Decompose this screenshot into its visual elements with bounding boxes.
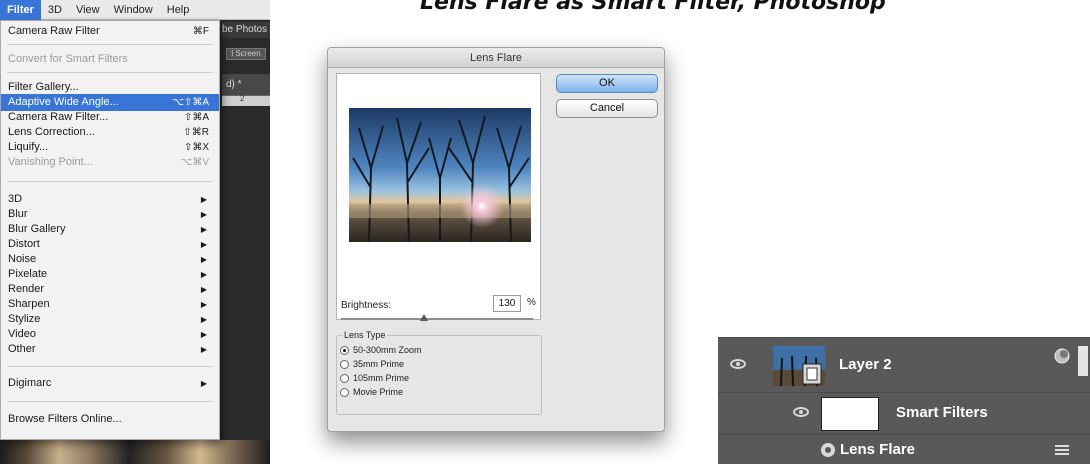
cancel-button[interactable]: Cancel — [556, 99, 658, 118]
menu-item-label: Liquify... — [8, 141, 49, 153]
menu-view[interactable]: View — [69, 0, 107, 20]
shortcut-label: ⌘F — [192, 26, 209, 37]
menu-item-label: Blur Gallery — [8, 223, 66, 235]
menu-item-label: 3D — [8, 193, 23, 205]
radio-movie-prime[interactable]: Movie Prime — [340, 386, 403, 398]
photoshop-window: Filter 3D View Window Help be Photos l S… — [0, 0, 270, 464]
blending-options-icon[interactable] — [1055, 444, 1069, 456]
filter-row-lens-flare[interactable]: Lens Flare — [718, 434, 1090, 464]
smart-filter-mask-thumbnail[interactable] — [821, 397, 879, 431]
menu-item-convert-smart-filters[interactable]: Convert for Smart Filters — [1, 51, 219, 68]
menu-window[interactable]: Window — [107, 0, 160, 20]
radio-35mm-prime[interactable]: 35mm Prime — [340, 358, 404, 370]
flare-center-marker[interactable] — [460, 184, 504, 228]
screen-mode-button[interactable]: l Screen — [226, 48, 266, 60]
preview-image[interactable] — [349, 108, 531, 242]
scrollbar[interactable] — [1078, 346, 1088, 376]
smart-filters-row[interactable]: Smart Filters — [718, 392, 1090, 434]
layer-name[interactable]: Layer 2 — [839, 356, 892, 373]
menu-item-label: Lens Correction... — [8, 126, 95, 138]
brightness-slider-thumb[interactable] — [419, 314, 428, 321]
filter-name[interactable]: Lens Flare — [840, 441, 915, 458]
menu-separator — [7, 72, 213, 73]
menu-item-label: Convert for Smart Filters — [8, 53, 128, 65]
menu-item-label: Camera Raw Filter... — [8, 111, 109, 123]
radio-50-300mm-zoom[interactable]: 50-300mm Zoom — [340, 344, 422, 356]
radio-button[interactable] — [340, 345, 349, 355]
menu-item-label: Render — [8, 283, 45, 295]
menu-item-label: Pixelate — [8, 268, 48, 280]
document-tab[interactable]: d) * — [222, 74, 270, 96]
app-title-fragment: be Photos — [222, 22, 270, 38]
brightness-slider-track[interactable] — [341, 318, 533, 320]
radio-button[interactable] — [340, 373, 349, 383]
shortcut-label: ⌥⌘V — [180, 157, 209, 168]
menu-separator — [7, 401, 213, 402]
menu-item-label: Vanishing Point... — [8, 156, 93, 168]
menu-item-other[interactable]: Other ▶ — [1, 341, 219, 358]
layer-thumbnail — [773, 346, 825, 386]
radio-label: 105mm Prime — [353, 373, 410, 383]
menu-item-label: Distort — [8, 238, 40, 250]
dialog-title: Lens Flare — [328, 48, 664, 68]
menu-item-label: Blur — [8, 208, 28, 220]
lens-flare-dialog: Lens Flare OK Cancel Brightness: 130 % L… — [327, 47, 665, 432]
submenu-arrow-icon: ▶ — [200, 379, 207, 388]
submenu-arrow-icon: ▶ — [200, 345, 207, 354]
menu-item-browse-filters-online[interactable]: Browse Filters Online... — [1, 411, 219, 428]
lens-type-label: Lens Type — [342, 330, 388, 340]
canvas-image-strip — [0, 440, 270, 464]
menu-filter[interactable]: Filter — [0, 0, 41, 20]
menu-separator — [7, 44, 213, 45]
layers-panel: Layer 2 Smart Filters Lens Flare — [718, 337, 1090, 464]
smart-filter-badge-icon[interactable] — [1053, 348, 1071, 364]
radio-button[interactable] — [340, 359, 349, 369]
radio-label: 50-300mm Zoom — [353, 345, 422, 355]
menu-3d[interactable]: 3D — [41, 0, 69, 20]
menu-item-label: Adaptive Wide Angle... — [8, 96, 119, 108]
ok-button[interactable]: OK — [556, 74, 658, 93]
radio-label: 35mm Prime — [353, 359, 405, 369]
menu-separator — [7, 366, 213, 367]
flare-preview-area[interactable] — [336, 73, 541, 320]
menu-item-label: Digimarc — [8, 377, 52, 389]
menu-item-label: Stylize — [8, 313, 41, 325]
menu-item-label: Filter Gallery... — [8, 81, 79, 93]
menu-bar: Filter 3D View Window Help — [0, 0, 270, 20]
menu-item-label: Browse Filters Online... — [8, 413, 122, 425]
brightness-label: Brightness: — [341, 300, 392, 311]
radio-105mm-prime[interactable]: 105mm Prime — [340, 372, 409, 384]
menu-item-camera-raw-last[interactable]: Camera Raw Filter ⌘F — [1, 23, 219, 40]
menu-item-label: Video — [8, 328, 36, 340]
menu-item-label: Noise — [8, 253, 37, 265]
ruler: 2 — [222, 94, 270, 106]
brightness-unit: % — [527, 297, 536, 308]
layer-row[interactable]: Layer 2 — [718, 337, 1090, 392]
ruler-mark: 2 — [240, 94, 245, 103]
visibility-eye-icon[interactable] — [821, 443, 835, 457]
brightness-input[interactable]: 130 — [493, 295, 521, 312]
menu-item-vanishing-point[interactable]: Vanishing Point... ⌥⌘V — [1, 154, 219, 171]
caption-text: Lens Flare as Smart Filter, Photoshop — [420, 0, 886, 14]
menu-item-label: Other — [8, 343, 36, 355]
menu-item-label: Camera Raw Filter — [8, 25, 100, 37]
radio-label: Movie Prime — [353, 387, 404, 397]
menu-item-digimarc[interactable]: Digimarc ▶ — [1, 375, 219, 392]
menu-separator — [7, 181, 213, 182]
menu-item-label: Sharpen — [8, 298, 50, 310]
menu-help[interactable]: Help — [160, 0, 197, 20]
filter-menu-dropdown: Camera Raw Filter ⌘F Convert for Smart F… — [0, 20, 220, 440]
smart-filters-label: Smart Filters — [896, 404, 988, 421]
radio-button[interactable] — [340, 387, 349, 397]
visibility-eye-icon[interactable] — [730, 359, 746, 369]
visibility-eye-icon[interactable] — [793, 407, 809, 417]
